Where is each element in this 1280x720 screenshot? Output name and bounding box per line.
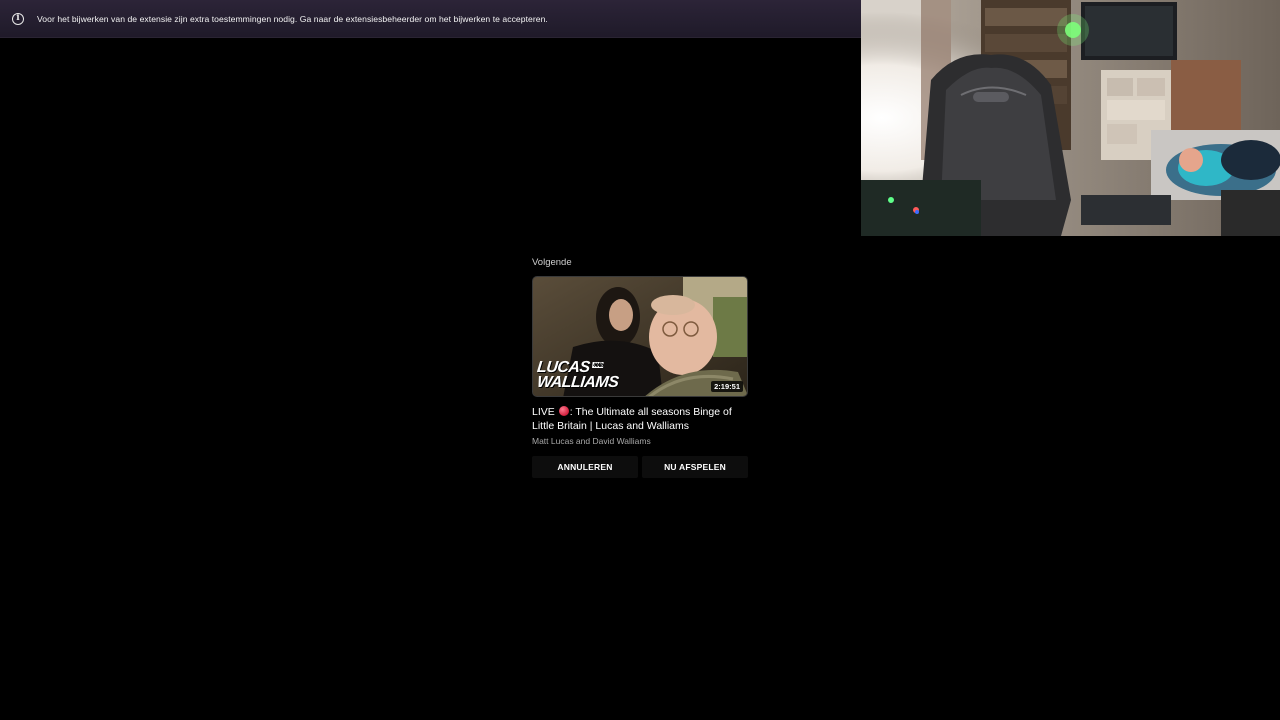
live-prefix: LIVE — [532, 406, 555, 418]
channel-name[interactable]: Matt Lucas and David Walliams — [532, 436, 748, 446]
extension-update-notice: i Voor het bijwerken van de extensie zij… — [0, 0, 861, 38]
up-next-thumbnail[interactable]: LUCAS AND WALLIAMS 2:19:51 — [532, 276, 748, 397]
lucas-walliams-logo: LUCAS AND WALLIAMS — [536, 359, 620, 391]
up-next-title[interactable]: LIVE : The Ultimate all seasons Binge of… — [532, 405, 748, 433]
video-duration: 2:19:51 — [711, 381, 743, 392]
live-dot-icon — [558, 406, 569, 416]
notice-message: Voor het bijwerken van de extensie zijn … — [37, 13, 548, 24]
up-next-card: Volgende LUCAS AND WALLIAMS 2:19:51 LIVE… — [532, 257, 748, 478]
info-icon: i — [12, 12, 24, 25]
cancel-button[interactable]: ANNULEREN — [532, 456, 638, 478]
webcam-feed-image — [861, 0, 1280, 236]
webcam-overlay — [861, 0, 1280, 236]
up-next-actions: ANNULEREN NU AFSPELEN — [532, 456, 748, 478]
play-now-button[interactable]: NU AFSPELEN — [642, 456, 748, 478]
video-player-area[interactable]: i Voor het bijwerken van de extensie zij… — [0, 0, 1280, 720]
up-next-label: Volgende — [532, 257, 572, 268]
